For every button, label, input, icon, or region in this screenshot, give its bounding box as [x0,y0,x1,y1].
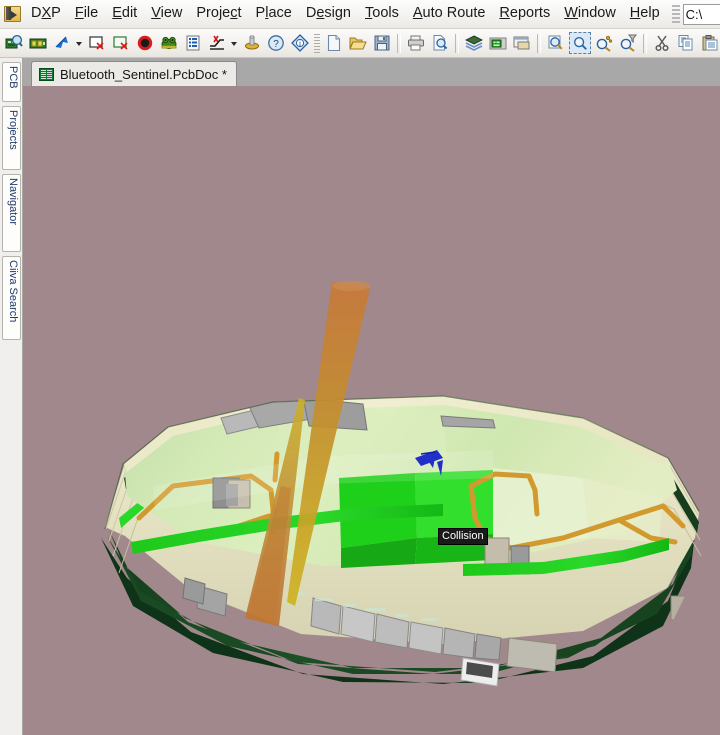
menu-item-auto-route[interactable]: Auto Route [406,3,493,25]
menu-item-help[interactable]: Help [623,3,667,25]
menu-item-window[interactable]: Window [557,3,623,25]
toolbar-separator-3 [537,33,541,53]
pcb-document-icon [39,67,54,81]
sidebar-item-navigator[interactable]: Navigator [2,174,21,252]
pcb-3d-render [23,86,720,735]
collision-annotation-label: Collision [438,528,488,545]
pcb-3d-model: Collision [23,86,720,735]
document-tab-label: Bluetooth_Sentinel.PcbDoc * [60,66,227,82]
list-report-icon[interactable] [182,32,204,54]
menu-item-edit[interactable]: Edit [105,3,144,25]
frog-component-icon[interactable] [158,32,180,54]
cut-icon[interactable] [651,32,673,54]
info-badge-icon[interactable]: i [289,32,311,54]
address-input[interactable]: C:\ [682,3,720,25]
deselect-region-icon[interactable] [86,32,108,54]
window-tile-icon[interactable] [511,32,533,54]
sidebar-item-label: Ciiva Search [7,260,19,323]
sidebar-item-label: PCB [7,66,19,89]
menu-item-dxp[interactable]: DXP [24,3,68,25]
toolbar-separator-1 [397,33,401,53]
board-insight-icon[interactable] [3,32,25,54]
left-panel-strip: PCB Projects Navigator Ciiva Search [0,58,23,735]
toolbar-separator-2 [455,33,459,53]
new-document-icon[interactable] [323,32,345,54]
pcb-board-icon[interactable] [27,32,49,54]
via-stack-icon[interactable] [241,32,263,54]
dxp-logo-icon[interactable] [4,6,21,22]
sidebar-item-label: Navigator [7,178,19,226]
paste-icon[interactable] [699,32,720,54]
menu-item-file[interactable]: File [68,3,105,25]
print-icon[interactable] [405,32,427,54]
menu-item-tools[interactable]: Tools [358,3,406,25]
menu-item-reports[interactable]: Reports [492,3,557,25]
board-3d-icon[interactable] [487,32,509,54]
sidebar-item-projects[interactable]: Projects [2,106,21,170]
zoom-filter-icon[interactable] [617,32,639,54]
route-net-icon[interactable] [206,32,228,54]
select-dropdown-icon[interactable] [74,32,85,54]
print-preview-icon[interactable] [429,32,451,54]
svg-text:?: ? [273,39,279,50]
menu-item-design[interactable]: Design [299,3,358,25]
toolbar-grip[interactable] [671,5,680,23]
save-disk-icon[interactable] [371,32,393,54]
stop-record-icon[interactable] [134,32,156,54]
zoom-document-icon[interactable] [545,32,567,54]
menu-item-project[interactable]: Project [189,3,248,25]
help-query-icon[interactable]: ? [265,32,287,54]
zoom-in-icon[interactable] [593,32,615,54]
document-tab-bar: Bluetooth_Sentinel.PcbDoc * [23,58,720,86]
copy-icon[interactable] [675,32,697,54]
main-toolbar: ? i [0,29,720,58]
layer-stack-icon[interactable] [463,32,485,54]
pcb-3d-viewport[interactable]: Collision [23,86,720,735]
document-tab-bluetooth-sentinel[interactable]: Bluetooth_Sentinel.PcbDoc * [31,61,237,86]
sidebar-item-ciiva-search[interactable]: Ciiva Search [2,256,21,340]
select-arrow-icon[interactable] [51,32,73,54]
open-folder-icon[interactable] [347,32,369,54]
altium-designer-window: DXP File Edit View Project Place Design … [0,0,720,735]
menu-item-view[interactable]: View [144,3,189,25]
zoom-area-icon[interactable] [569,32,591,54]
menu-bar: DXP File Edit View Project Place Design … [0,0,720,29]
sidebar-item-label: Projects [7,110,19,150]
route-dropdown-icon[interactable] [229,32,240,54]
menu-item-place[interactable]: Place [249,3,299,25]
toolbar-separator-4 [643,33,647,53]
sidebar-item-pcb[interactable]: PCB [2,62,21,102]
clear-selection-icon[interactable] [110,32,132,54]
toolbar-grip-2[interactable] [314,33,320,53]
